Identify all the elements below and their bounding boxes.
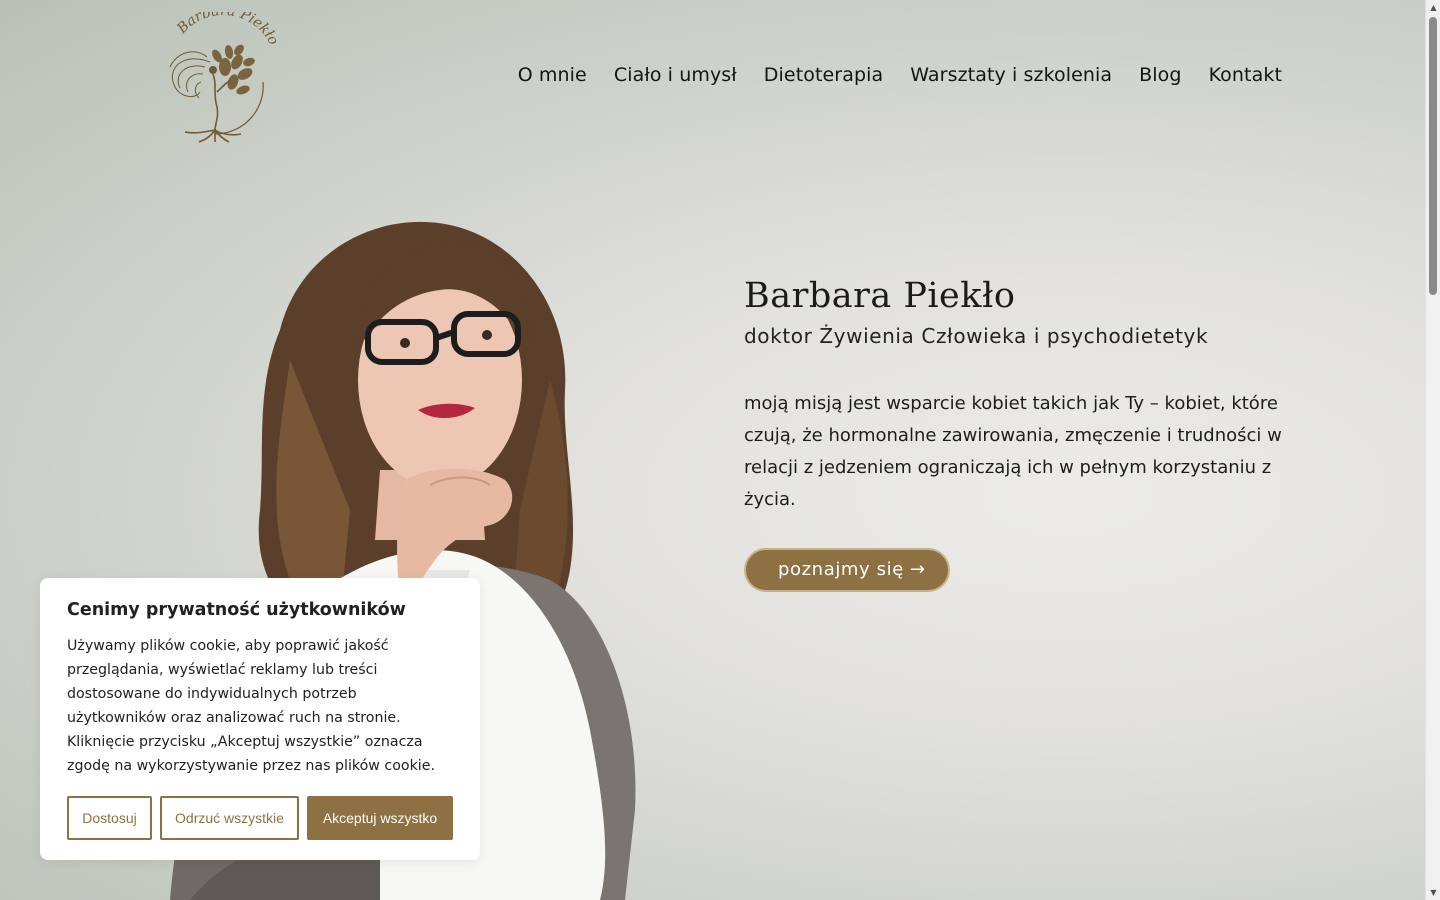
main-nav: O mnie Ciało i umysł Dietoterapia Warszt… xyxy=(518,64,1282,86)
scrollbar[interactable]: ▲ ▼ xyxy=(1425,0,1440,900)
cta-label: poznajmy się xyxy=(778,559,904,580)
tree-logo-icon: Barbara Piekło xyxy=(169,3,281,143)
hero-name: Barbara Piekło xyxy=(744,276,1016,316)
scroll-up-arrow-icon[interactable]: ▲ xyxy=(1426,0,1440,15)
nav-item-cialo-i-umysl[interactable]: Ciało i umysł xyxy=(614,64,737,86)
logo[interactable]: Barbara Piekło xyxy=(155,3,281,144)
page: Barbara Piekło xyxy=(0,0,1425,900)
hero-subtitle: doktor Żywienia Człowieka i psychodietet… xyxy=(744,324,1209,348)
nav-item-blog[interactable]: Blog xyxy=(1139,64,1181,86)
cookie-actions: Dostosuj Odrzuć wszystkie Akceptuj wszys… xyxy=(67,796,453,840)
scrollbar-thumb[interactable] xyxy=(1429,17,1437,295)
hero: Barbara Piekło doktor Żywienia Człowieka… xyxy=(744,276,1304,592)
cookie-title: Cenimy prywatność użytkowników xyxy=(67,600,406,620)
cookie-text: Używamy plików cookie, aby poprawić jako… xyxy=(67,638,435,774)
scroll-down-arrow-icon[interactable]: ▼ xyxy=(1426,885,1440,900)
nav-item-warsztaty[interactable]: Warsztaty i szkolenia xyxy=(910,64,1112,86)
svg-text:Barbara Piekło: Barbara Piekło xyxy=(174,12,280,48)
cta-button[interactable]: poznajmy się → xyxy=(744,548,950,592)
arrow-right-icon: → xyxy=(909,559,926,580)
nav-item-dietoterapia[interactable]: Dietoterapia xyxy=(764,64,883,86)
nav-item-kontakt[interactable]: Kontakt xyxy=(1209,64,1282,86)
hero-description: moją misją jest wsparcie kobiet takich j… xyxy=(744,393,1282,510)
reject-all-button[interactable]: Odrzuć wszystkie xyxy=(160,796,299,840)
cookie-banner: Cenimy prywatność użytkowników Używamy p… xyxy=(40,578,480,860)
accept-all-button[interactable]: Akceptuj wszystko xyxy=(307,796,453,840)
nav-item-o-mnie[interactable]: O mnie xyxy=(518,64,587,86)
customize-button[interactable]: Dostosuj xyxy=(67,796,152,840)
